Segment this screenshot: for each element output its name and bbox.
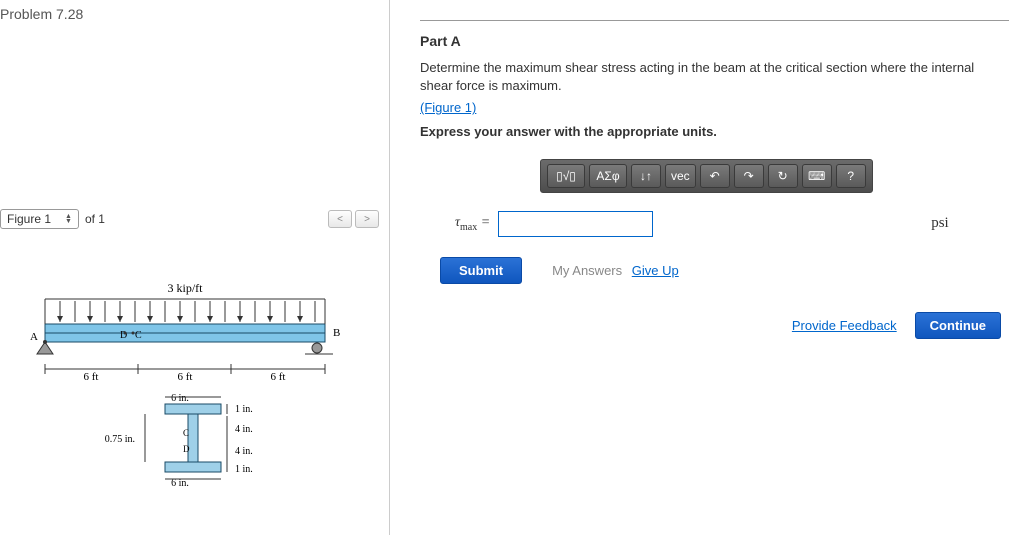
svg-text:1 in.: 1 in. <box>235 404 253 415</box>
svg-text:6 ft: 6 ft <box>270 371 285 383</box>
vec-button[interactable]: vec <box>665 164 696 188</box>
svg-text:4 in.: 4 in. <box>235 446 253 457</box>
my-answers-label: My Answers <box>552 263 622 278</box>
answer-row: τmax = psi <box>420 211 1009 237</box>
svg-text:6 ft: 6 ft <box>177 371 192 383</box>
svg-text:3 kip/ft: 3 kip/ft <box>167 281 203 295</box>
updown-button[interactable]: ↓↑ <box>631 164 661 188</box>
svg-text:0.75 in.: 0.75 in. <box>104 434 134 445</box>
figure-nav-bar: Figure 1 ▲▼ of 1 < > <box>0 209 379 229</box>
prompt-text: Determine the maximum shear stress actin… <box>420 59 1009 95</box>
svg-text:D: D <box>120 330 127 341</box>
formula-toolbar: ▯√▯ ΑΣφ ↓↑ vec ↶ ↷ ↻ ⌨ ? <box>540 159 873 193</box>
divider <box>420 20 1009 21</box>
problem-title: Problem 7.28 <box>0 0 379 34</box>
svg-text:C: C <box>183 428 189 438</box>
svg-text:B: B <box>333 327 340 339</box>
greek-button[interactable]: ΑΣφ <box>589 164 627 188</box>
templates-button[interactable]: ▯√▯ <box>547 164 585 188</box>
figure-image: 3 kip/ft A B D C 6 ft <box>0 244 379 527</box>
express-text: Express your answer with the appropriate… <box>420 124 1009 139</box>
svg-text:C: C <box>135 330 142 341</box>
figure-stepper[interactable]: ▲▼ <box>65 214 72 224</box>
answer-input[interactable] <box>498 211 653 237</box>
give-up-link[interactable]: Give Up <box>632 263 679 278</box>
figure-link[interactable]: (Figure 1) <box>420 100 476 115</box>
submit-button[interactable]: Submit <box>440 257 522 284</box>
keyboard-button[interactable]: ⌨ <box>802 164 832 188</box>
figure-prev-button[interactable]: < <box>328 210 352 228</box>
provide-feedback-link[interactable]: Provide Feedback <box>792 318 897 333</box>
figure-select-label: Figure 1 <box>7 212 51 226</box>
bottom-row: Provide Feedback Continue <box>420 312 1009 339</box>
redo-button[interactable]: ↷ <box>734 164 764 188</box>
submit-row: Submit My Answers Give Up <box>420 257 1009 284</box>
figure-select[interactable]: Figure 1 ▲▼ <box>0 209 79 229</box>
svg-text:6 in.: 6 in. <box>171 393 189 404</box>
svg-text:A: A <box>30 331 38 343</box>
variable-label: τmax = <box>455 215 490 233</box>
help-button[interactable]: ? <box>836 164 866 188</box>
part-heading: Part A <box>420 33 1009 49</box>
reset-button[interactable]: ↻ <box>768 164 798 188</box>
svg-text:6 ft: 6 ft <box>83 371 98 383</box>
svg-text:6 in.: 6 in. <box>171 478 189 489</box>
unit-label: psi <box>931 215 949 232</box>
svg-text:D: D <box>183 444 190 454</box>
svg-text:4 in.: 4 in. <box>235 424 253 435</box>
figure-next-button[interactable]: > <box>355 210 379 228</box>
undo-button[interactable]: ↶ <box>700 164 730 188</box>
left-pane: Problem 7.28 Figure 1 ▲▼ of 1 < > <box>0 0 390 535</box>
svg-text:1 in.: 1 in. <box>235 464 253 475</box>
right-pane: Part A Determine the maximum shear stres… <box>390 0 1024 535</box>
continue-button[interactable]: Continue <box>915 312 1001 339</box>
figure-of-text: of 1 <box>85 212 105 226</box>
